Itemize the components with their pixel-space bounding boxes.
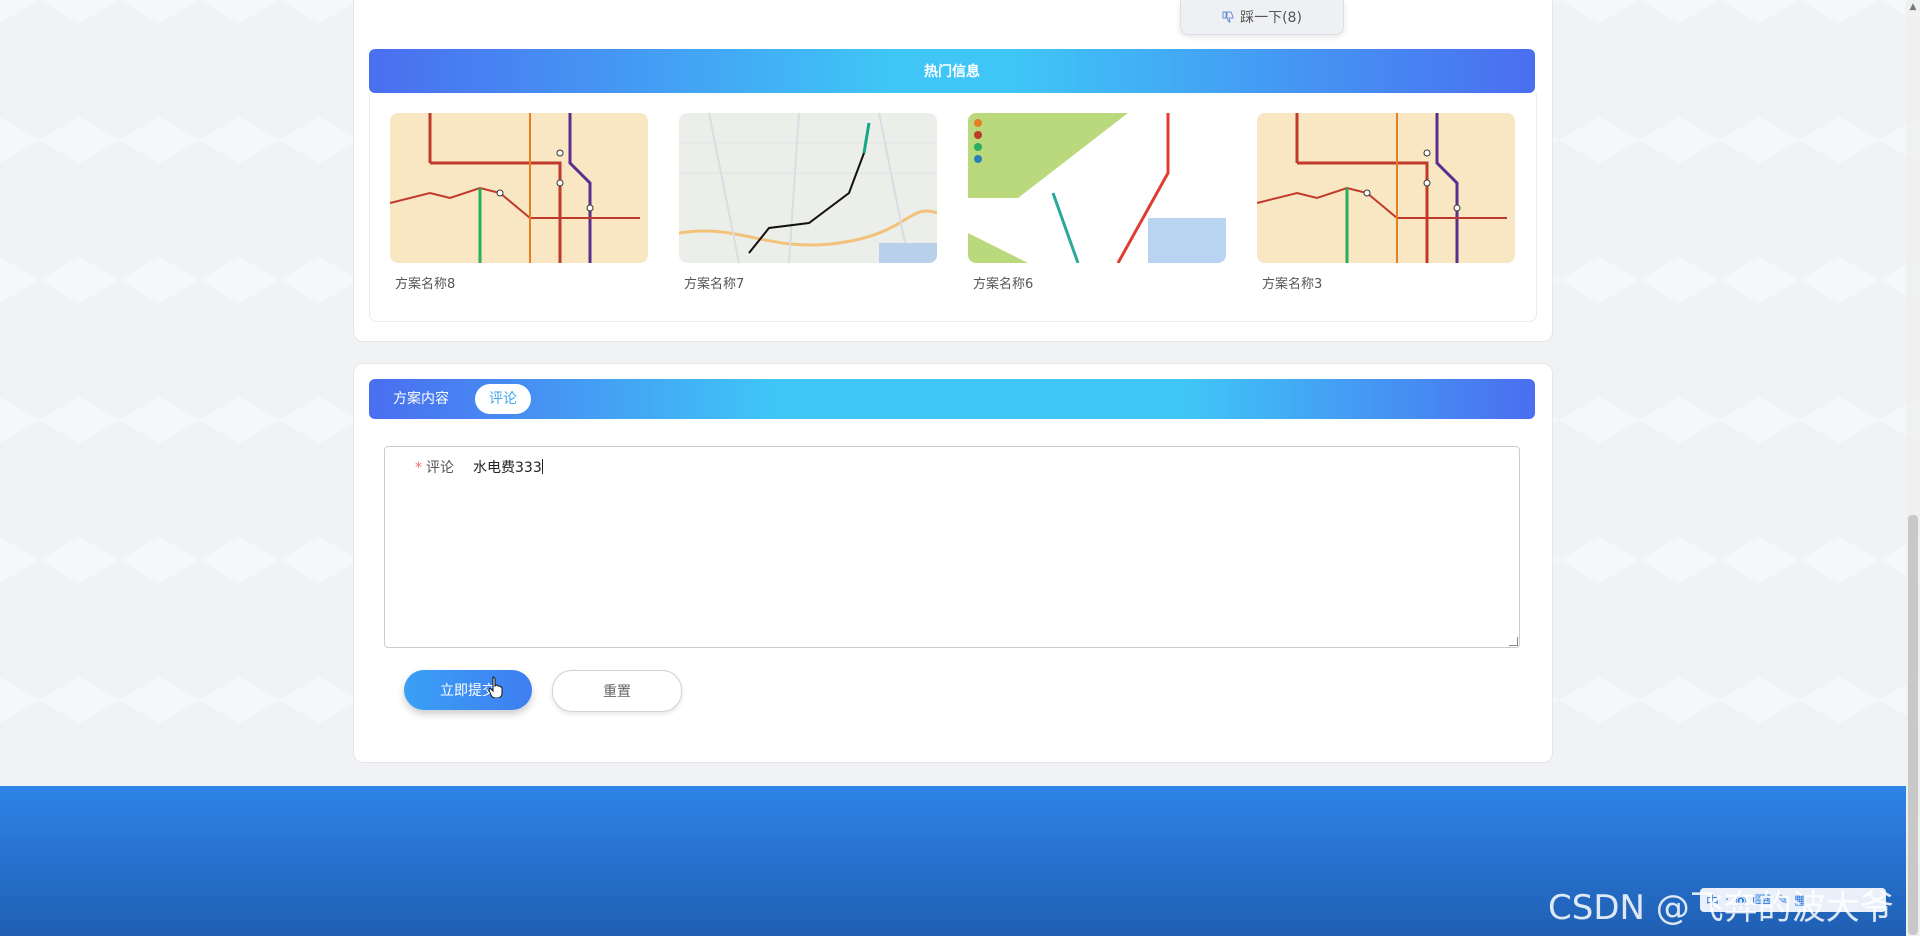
- hot-info-list: 方案名称8 方案名称7 方案名称6 方案名称3: [369, 93, 1537, 322]
- comment-label-text: 评论: [426, 460, 454, 476]
- hand-pointer-icon: [488, 676, 503, 698]
- textarea-resize-handle[interactable]: [1509, 637, 1518, 646]
- hot-item-4[interactable]: 方案名称3: [1257, 113, 1515, 292]
- hot-item-2[interactable]: 方案名称7: [679, 113, 937, 292]
- hot-item-caption[interactable]: 方案名称6: [973, 273, 1226, 292]
- comment-value[interactable]: 水电费333: [473, 457, 543, 477]
- watermark-text: CSDN @飞奔的波大爷: [1548, 888, 1894, 928]
- submit-button[interactable]: 立即提交: [404, 670, 532, 710]
- reset-button[interactable]: 重置: [552, 670, 682, 712]
- tab-comment[interactable]: 评论: [475, 384, 531, 414]
- scrollbar-thumb[interactable]: [1908, 515, 1918, 935]
- comment-textarea[interactable]: * 评论 水电费333: [384, 446, 1520, 648]
- comment-label: * 评论: [415, 457, 454, 477]
- dislike-button[interactable]: 踩一下(8): [1180, 0, 1344, 35]
- hot-item-caption[interactable]: 方案名称3: [1262, 273, 1515, 292]
- detail-tab-bar: 方案内容 评论: [369, 379, 1535, 419]
- hot-item-3[interactable]: 方案名称6: [968, 113, 1226, 292]
- metro-map-thumbnail[interactable]: [1257, 113, 1515, 263]
- tab-plan-content[interactable]: 方案内容: [379, 384, 463, 414]
- city-map-thumbnail[interactable]: [679, 113, 937, 263]
- text-caret: [541, 459, 543, 474]
- hot-info-header: 热门信息: [369, 49, 1535, 93]
- page-scrollbar[interactable]: ▲: [1906, 0, 1920, 936]
- hot-info-title: 热门信息: [924, 64, 980, 80]
- required-mark: *: [415, 460, 422, 476]
- thumb-down-icon: [1222, 11, 1234, 23]
- comment-value-text: 水电费333: [473, 460, 542, 476]
- hot-item-caption[interactable]: 方案名称8: [395, 273, 648, 292]
- hot-item-1[interactable]: 方案名称8: [390, 113, 648, 292]
- transit-diagram-thumbnail[interactable]: [968, 113, 1226, 263]
- metro-map-thumbnail[interactable]: [390, 113, 648, 263]
- hot-item-caption[interactable]: 方案名称7: [684, 273, 937, 292]
- scroll-up-arrow-icon[interactable]: ▲: [1908, 2, 1918, 12]
- csdn-watermark: CSDN @飞奔的波大爷: [1548, 880, 1894, 929]
- dislike-label: 踩一下(8): [1240, 10, 1302, 26]
